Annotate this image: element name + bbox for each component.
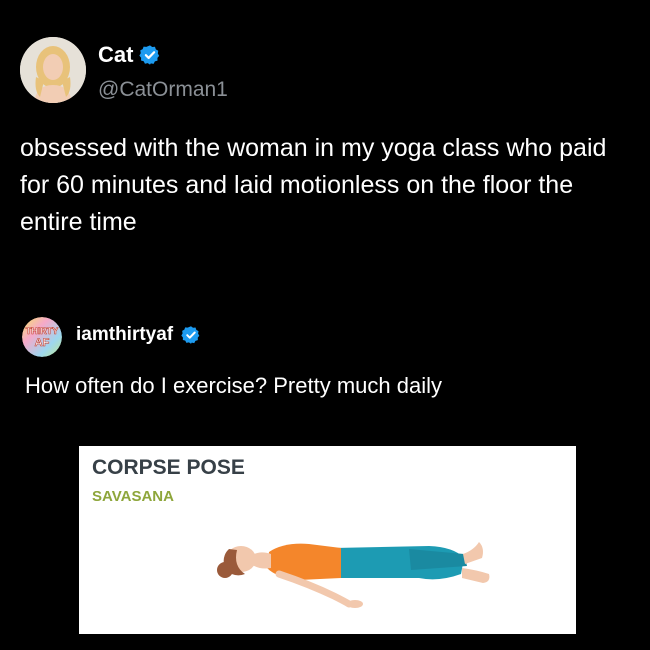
author-name-row: Cat xyxy=(98,42,161,68)
verified-badge-icon xyxy=(139,45,160,65)
author-handle[interactable]: @CatOrman1 xyxy=(98,78,228,102)
quote-username[interactable]: iamthirtyaf xyxy=(76,324,173,346)
quote-avatar[interactable]: THIRTY AF xyxy=(22,317,62,357)
quote-avatar-logo: THIRTY AF xyxy=(22,317,62,357)
quote-avatar-text-bottom: AF xyxy=(35,337,50,349)
avatar-image xyxy=(20,37,86,103)
pose-image-card[interactable]: CORPSE POSE SAVASANA xyxy=(79,446,576,634)
quote-text: How often do I exercise? Pretty much dai… xyxy=(25,373,442,398)
quote-user-row: iamthirtyaf xyxy=(76,324,201,346)
tweet-text: obsessed with the woman in my yoga class… xyxy=(20,134,607,236)
corpse-pose-illustration xyxy=(217,542,490,608)
quote-avatar-text-top: THIRTY xyxy=(26,326,59,336)
verified-badge-icon xyxy=(181,326,200,344)
author-avatar[interactable] xyxy=(20,37,86,103)
author-display-name[interactable]: Cat xyxy=(98,42,133,68)
